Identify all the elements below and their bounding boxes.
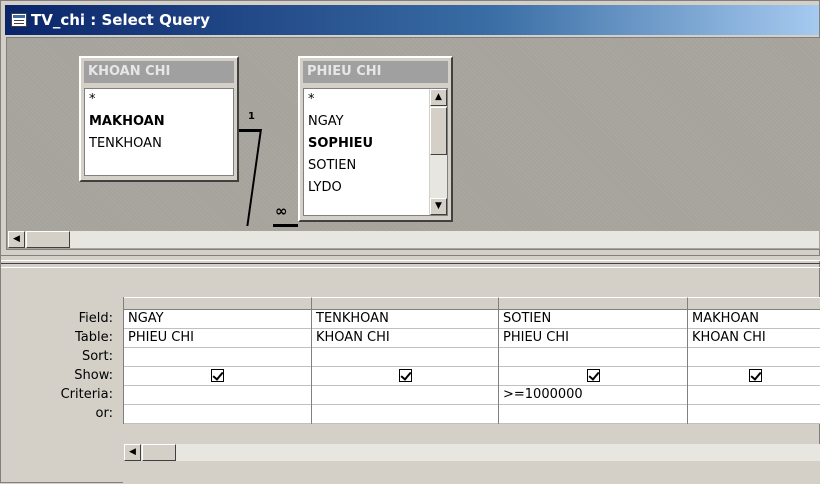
query-window: TV_chi : Select Query KHOAN CHI * MAKHOA… — [0, 0, 820, 484]
table-pane[interactable]: KHOAN CHI * MAKHOAN TENKHOAN PHIEU CHI *… — [6, 37, 820, 250]
field-cell[interactable]: MAKHOAN — [688, 310, 820, 329]
field-item[interactable]: * — [85, 89, 233, 111]
table-cell[interactable]: KHOAN CHI — [688, 329, 820, 348]
show-cell — [312, 367, 499, 386]
show-checkbox[interactable] — [211, 369, 224, 382]
field-list-khoan-chi[interactable]: KHOAN CHI * MAKHOAN TENKHOAN — [79, 56, 239, 182]
field-list-body: * NGAY SOPHIEU SOTIEN LYDO ▲ ▼ — [303, 88, 448, 216]
column-selector[interactable] — [312, 297, 499, 309]
or-cell[interactable] — [312, 405, 499, 424]
sort-cell[interactable] — [499, 348, 688, 367]
sort-cell[interactable] — [688, 348, 820, 367]
column-selector-row — [124, 297, 820, 310]
sort-cell[interactable] — [124, 348, 312, 367]
show-cell — [124, 367, 312, 386]
field-cell[interactable]: TENKHOAN — [312, 310, 499, 329]
field-item[interactable]: LYDO — [304, 177, 447, 199]
or-cell[interactable] — [124, 405, 312, 424]
design-grid: NGAY TENKHOAN SOTIEN MAKHOAN PHIEU CHI K… — [123, 297, 820, 424]
field-list-body: * MAKHOAN TENKHOAN — [84, 88, 234, 176]
window-title: TV_chi : Select Query — [31, 11, 210, 29]
table-cell[interactable]: KHOAN CHI — [312, 329, 499, 348]
join-line[interactable] — [273, 224, 298, 227]
row-label-field: Field: — [78, 311, 113, 326]
grid-row-field: NGAY TENKHOAN SOTIEN MAKHOAN — [124, 310, 820, 329]
sort-cell[interactable] — [312, 348, 499, 367]
criteria-cell[interactable] — [688, 386, 820, 405]
column-selector[interactable] — [124, 297, 312, 309]
or-cell[interactable] — [688, 405, 820, 424]
join-line[interactable] — [239, 129, 261, 132]
field-cell[interactable]: NGAY — [124, 310, 312, 329]
field-item-key[interactable]: MAKHOAN — [85, 111, 233, 133]
grid-row-criteria: >=1000000 — [124, 386, 820, 405]
field-item-key[interactable]: SOPHIEU — [304, 133, 447, 155]
scroll-left-arrow-icon[interactable]: ◀ — [8, 231, 25, 248]
scroll-up-arrow-icon[interactable]: ▲ — [430, 89, 447, 106]
field-item[interactable]: SOTIEN — [304, 155, 447, 177]
criteria-cell[interactable]: >=1000000 — [499, 386, 688, 405]
field-list-title[interactable]: PHIEU CHI — [303, 61, 448, 83]
field-cell[interactable]: SOTIEN — [499, 310, 688, 329]
field-item[interactable]: * — [304, 89, 447, 111]
or-cell[interactable] — [499, 405, 688, 424]
grid-row-labels: Field: Table: Sort: Show: Criteria: or: — [1, 309, 119, 423]
pane-splitter[interactable] — [1, 255, 820, 261]
relationship-many-label: ∞ — [275, 202, 288, 220]
scroll-thumb[interactable] — [26, 231, 70, 248]
show-checkbox[interactable] — [586, 369, 600, 382]
row-label-or: or: — [95, 406, 113, 421]
pane-splitter-edge — [1, 263, 820, 268]
table-cell[interactable]: PHIEU CHI — [499, 329, 688, 348]
column-selector[interactable] — [499, 297, 688, 309]
show-checkbox[interactable] — [398, 369, 412, 382]
field-item[interactable]: NGAY — [304, 111, 447, 133]
query-window-icon[interactable] — [11, 13, 27, 27]
join-line[interactable] — [246, 129, 262, 226]
row-label-sort: Sort: — [81, 349, 113, 364]
field-list-scrollbar[interactable]: ▲ ▼ — [429, 89, 447, 215]
table-cell[interactable]: PHIEU CHI — [124, 329, 312, 348]
scroll-down-arrow-icon[interactable]: ▼ — [430, 198, 447, 215]
grid-row-show — [124, 367, 820, 386]
field-list-title[interactable]: KHOAN CHI — [84, 61, 234, 83]
grid-row-table: PHIEU CHI KHOAN CHI PHIEU CHI KHOAN CHI — [124, 329, 820, 348]
grid-row-sort — [124, 348, 820, 367]
row-label-table: Table: — [75, 330, 113, 345]
table-pane-horizontal-scrollbar[interactable]: ◀ — [8, 231, 819, 248]
relationship-one-label: 1 — [248, 111, 255, 122]
row-label-criteria: Criteria: — [60, 387, 113, 402]
scroll-left-arrow-icon[interactable]: ◀ — [124, 444, 141, 461]
scroll-thumb[interactable] — [430, 107, 447, 155]
grid-row-or — [124, 405, 820, 424]
show-checkbox[interactable] — [749, 369, 762, 382]
field-list-phieu-chi[interactable]: PHIEU CHI * NGAY SOPHIEU SOTIEN LYDO ▲ ▼ — [298, 56, 453, 222]
title-bar[interactable]: TV_chi : Select Query — [5, 5, 819, 35]
criteria-cell[interactable] — [312, 386, 499, 405]
column-selector[interactable] — [688, 297, 820, 309]
row-label-show: Show: — [74, 368, 113, 383]
field-item[interactable]: TENKHOAN — [85, 133, 233, 155]
criteria-cell[interactable] — [124, 386, 312, 405]
show-cell — [688, 367, 820, 386]
show-cell — [499, 367, 688, 386]
grid-horizontal-scrollbar[interactable]: ◀ — [124, 444, 820, 461]
scroll-thumb[interactable] — [142, 444, 176, 461]
